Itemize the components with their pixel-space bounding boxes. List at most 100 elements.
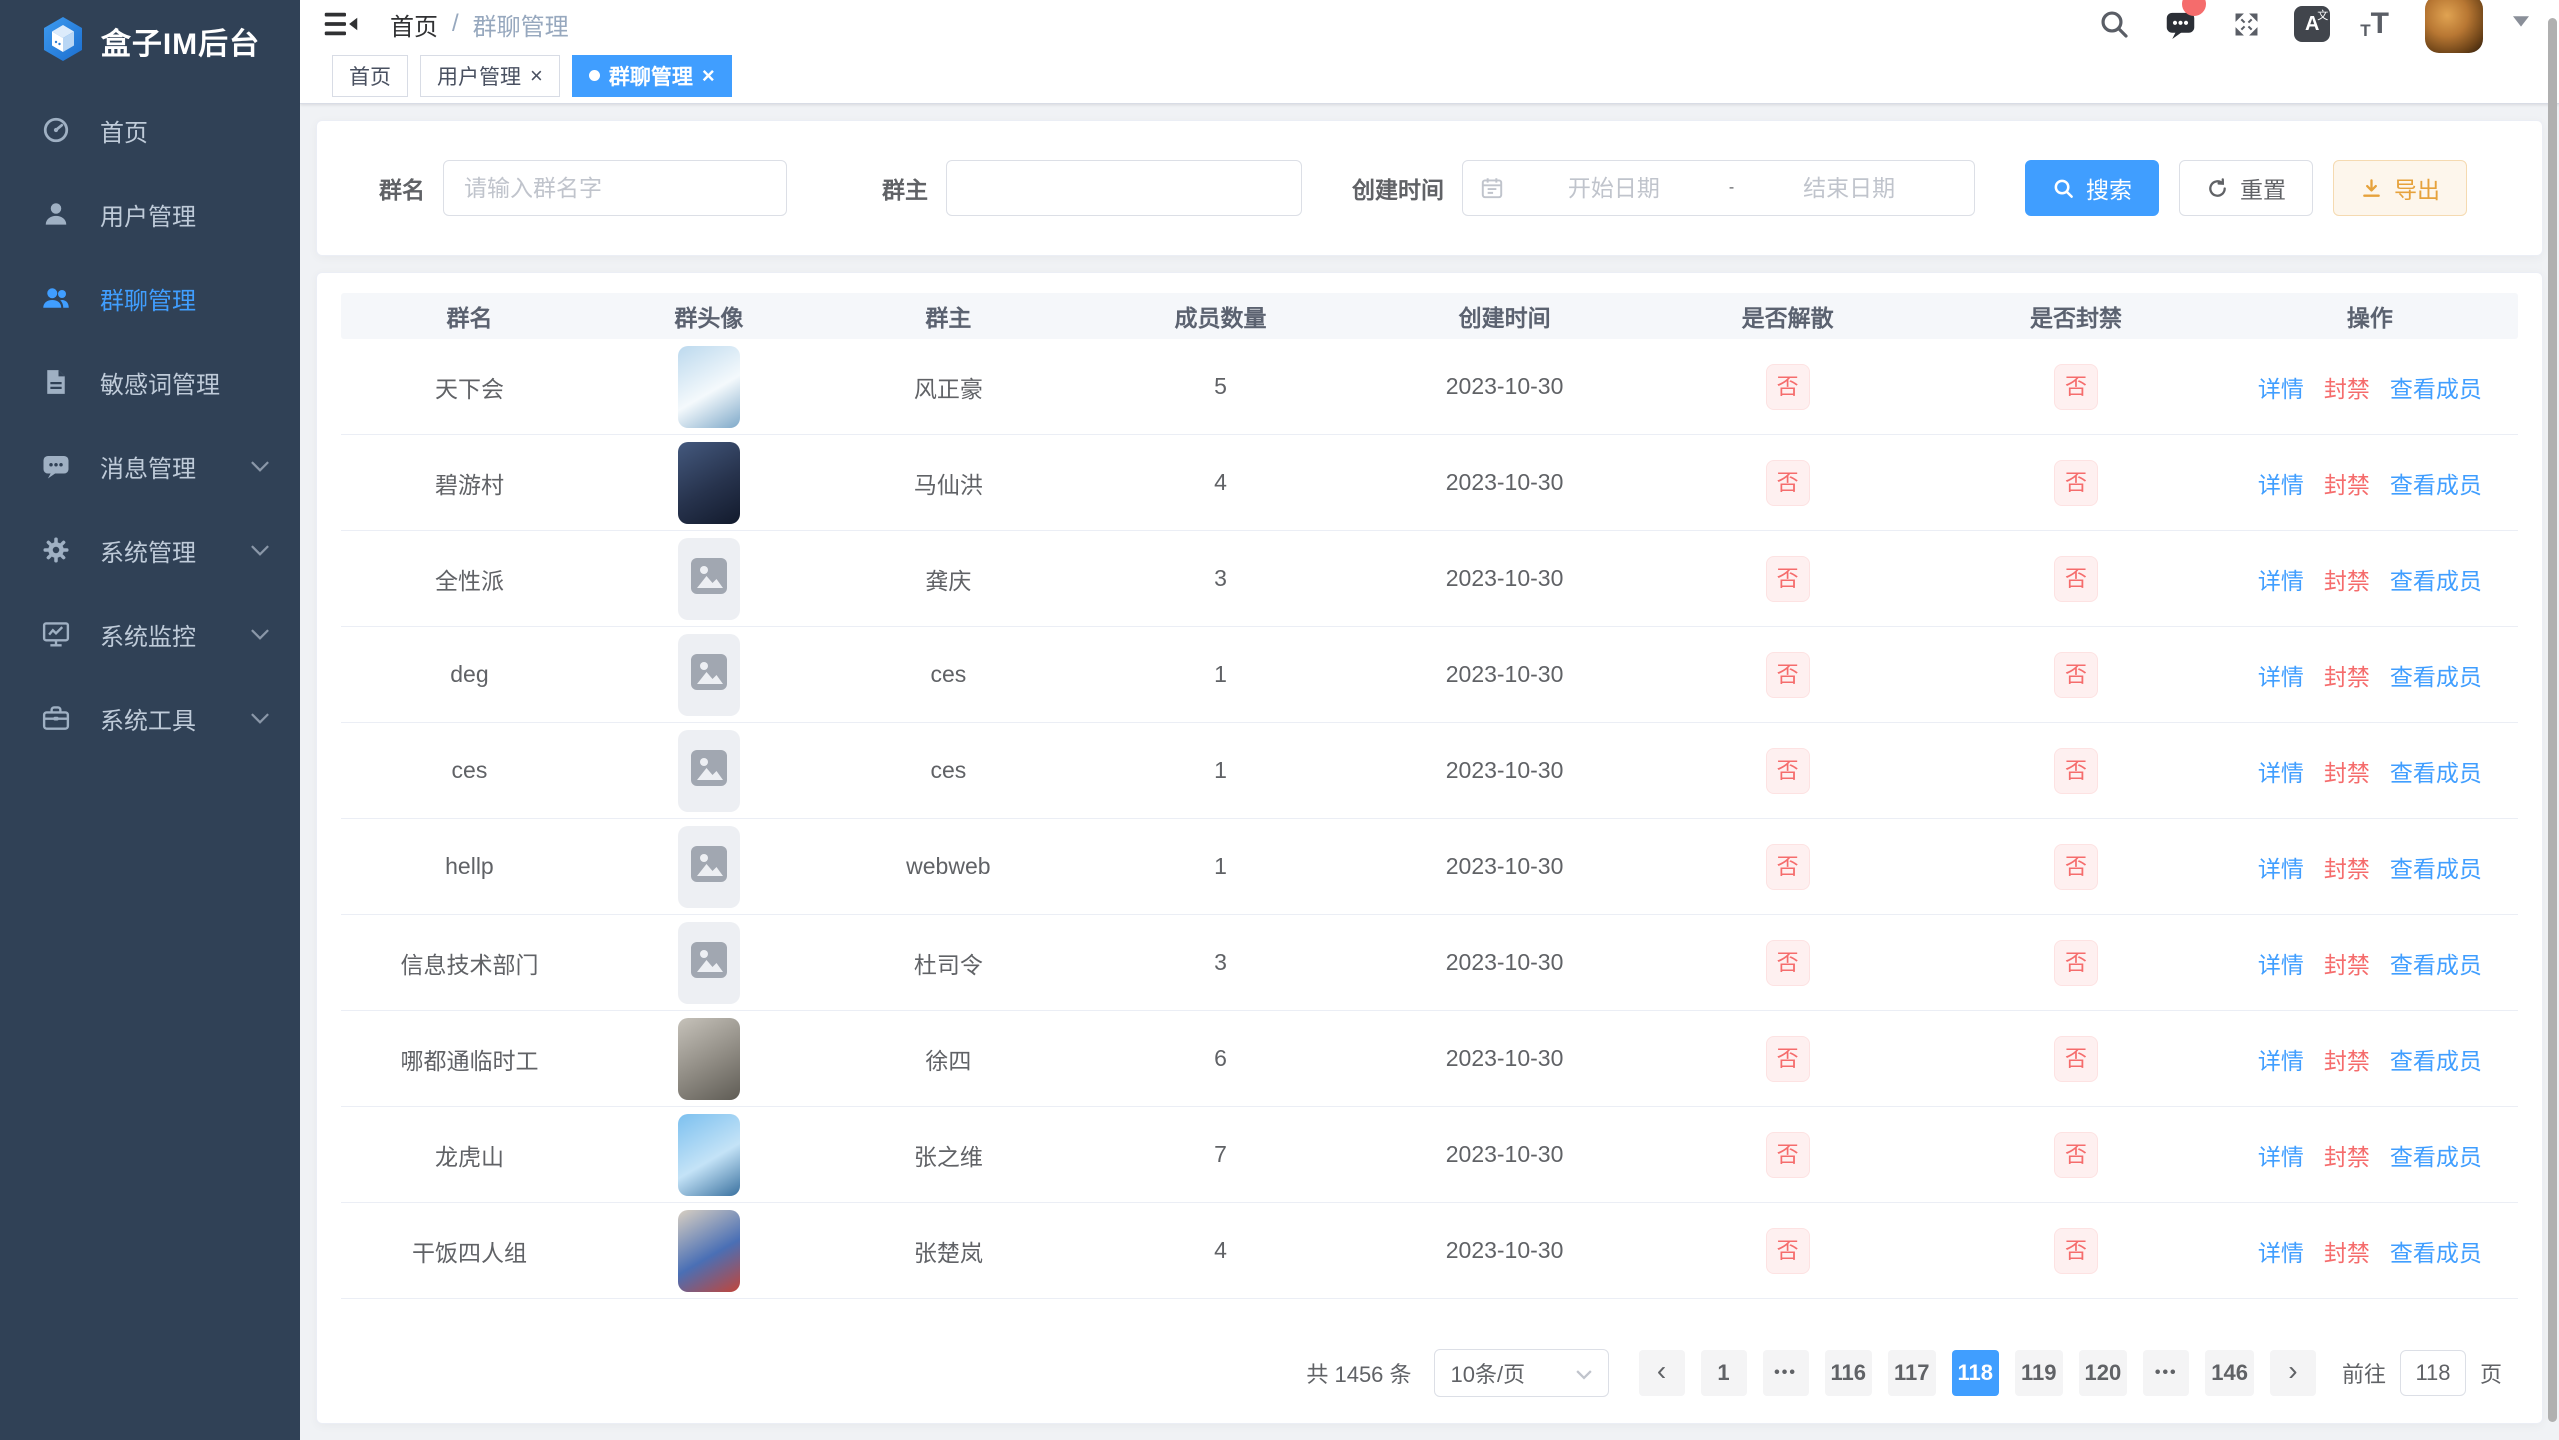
- image-placeholder-icon: [691, 750, 727, 792]
- sidebar-item-用户管理[interactable]: 用户管理: [0, 172, 300, 256]
- action-view-members[interactable]: 查看成员: [2390, 856, 2482, 882]
- tab-用户管理[interactable]: 用户管理×: [420, 55, 560, 97]
- cell-group-name: 哪都通临时工: [341, 1042, 598, 1076]
- tab-close-icon[interactable]: ×: [530, 65, 543, 87]
- action-detail[interactable]: 详情: [2258, 952, 2304, 978]
- action-detail[interactable]: 详情: [2258, 1048, 2304, 1074]
- action-view-members[interactable]: 查看成员: [2390, 760, 2482, 786]
- action-view-members[interactable]: 查看成员: [2390, 952, 2482, 978]
- sidebar-item-消息管理[interactable]: 消息管理: [0, 424, 300, 508]
- page-button-1[interactable]: 1: [1701, 1350, 1747, 1396]
- pager-ellipsis[interactable]: •••: [2143, 1350, 2189, 1396]
- sidebar-item-系统监控[interactable]: 系统监控: [0, 592, 300, 676]
- breadcrumb-home[interactable]: 首页: [390, 7, 438, 42]
- cell-created-time: 2023-10-30: [1364, 373, 1645, 400]
- action-detail[interactable]: 详情: [2258, 568, 2304, 594]
- sidebar-item-系统工具[interactable]: 系统工具: [0, 676, 300, 760]
- action-view-members[interactable]: 查看成员: [2390, 376, 2482, 402]
- group-avatar-placeholder[interactable]: [678, 922, 740, 1004]
- table-row: 龙虎山张之维72023-10-30否否详情封禁查看成员: [341, 1107, 2518, 1203]
- action-view-members[interactable]: 查看成员: [2390, 472, 2482, 498]
- action-view-members[interactable]: 查看成员: [2390, 664, 2482, 690]
- search-icon[interactable]: [2096, 6, 2132, 42]
- action-ban[interactable]: 封禁: [2324, 760, 2370, 786]
- group-avatar-placeholder[interactable]: [678, 634, 740, 716]
- group-name-label: 群名: [379, 171, 425, 205]
- sidebar-collapse-icon[interactable]: [324, 8, 360, 40]
- group-name-input[interactable]: [443, 160, 787, 216]
- document-icon: [40, 366, 72, 398]
- action-ban[interactable]: 封禁: [2324, 376, 2370, 402]
- sidebar-item-群聊管理[interactable]: 群聊管理: [0, 256, 300, 340]
- table-row: 干饭四人组张楚岚42023-10-30否否详情封禁查看成员: [341, 1203, 2518, 1299]
- pager-ellipsis[interactable]: •••: [1763, 1350, 1809, 1396]
- action-detail[interactable]: 详情: [2258, 472, 2304, 498]
- export-button[interactable]: 导出: [2333, 160, 2467, 216]
- image-placeholder-icon: [691, 846, 727, 888]
- sidebar-item-系统管理[interactable]: 系统管理: [0, 508, 300, 592]
- page-size-select[interactable]: 10条/页: [1434, 1349, 1609, 1397]
- group-icon: [40, 282, 72, 314]
- group-avatar-image[interactable]: [678, 1114, 740, 1196]
- action-view-members[interactable]: 查看成员: [2390, 1144, 2482, 1170]
- action-ban[interactable]: 封禁: [2324, 952, 2370, 978]
- search-button[interactable]: 搜索: [2025, 160, 2159, 216]
- action-detail[interactable]: 详情: [2258, 376, 2304, 402]
- page-button-116[interactable]: 116: [1825, 1350, 1873, 1396]
- group-avatar-image[interactable]: [678, 442, 740, 524]
- group-avatar-placeholder[interactable]: [678, 826, 740, 908]
- tab-群聊管理[interactable]: 群聊管理×: [572, 55, 732, 97]
- action-detail[interactable]: 详情: [2258, 1144, 2304, 1170]
- message-icon[interactable]: [2162, 6, 2198, 42]
- group-avatar-image[interactable]: [678, 1210, 740, 1292]
- tab-close-icon[interactable]: ×: [702, 65, 715, 87]
- action-detail[interactable]: 详情: [2258, 760, 2304, 786]
- sidebar-item-敏感词管理[interactable]: 敏感词管理: [0, 340, 300, 424]
- action-ban[interactable]: 封禁: [2324, 1144, 2370, 1170]
- action-view-members[interactable]: 查看成员: [2390, 568, 2482, 594]
- vertical-scrollbar[interactable]: [2548, 18, 2557, 1422]
- table-row: 碧游村马仙洪42023-10-30否否详情封禁查看成员: [341, 435, 2518, 531]
- action-ban[interactable]: 封禁: [2324, 664, 2370, 690]
- group-avatar-image[interactable]: [678, 1018, 740, 1100]
- caret-down-icon[interactable]: [2513, 15, 2529, 33]
- action-ban[interactable]: 封禁: [2324, 472, 2370, 498]
- next-page-button[interactable]: ›: [2270, 1350, 2316, 1396]
- owner-input[interactable]: [946, 160, 1302, 216]
- group-avatar-placeholder[interactable]: [678, 538, 740, 620]
- cell-actions: 详情封禁查看成员: [2222, 754, 2518, 788]
- action-ban[interactable]: 封禁: [2324, 1240, 2370, 1266]
- end-date-input[interactable]: [1740, 175, 1958, 202]
- total-count: 共 1456 条: [1306, 1357, 1411, 1389]
- goto-page-input[interactable]: [2400, 1350, 2466, 1396]
- page-button-146[interactable]: 146: [2205, 1350, 2254, 1396]
- translate-icon[interactable]: A 文: [2294, 6, 2330, 42]
- font-size-icon[interactable]: TT: [2360, 9, 2389, 39]
- banned-tag: 否: [2054, 1132, 2098, 1178]
- page-button-118[interactable]: 118: [1952, 1350, 2000, 1396]
- banned-tag: 否: [2054, 364, 2098, 410]
- date-range-picker[interactable]: -: [1462, 160, 1975, 216]
- action-ban[interactable]: 封禁: [2324, 568, 2370, 594]
- action-detail[interactable]: 详情: [2258, 664, 2304, 690]
- group-avatar-placeholder[interactable]: [678, 730, 740, 812]
- prev-page-button[interactable]: ‹: [1639, 1350, 1685, 1396]
- group-avatar-image[interactable]: [678, 346, 740, 428]
- action-ban[interactable]: 封禁: [2324, 1048, 2370, 1074]
- action-detail[interactable]: 详情: [2258, 1240, 2304, 1266]
- sidebar-item-首页[interactable]: 首页: [0, 88, 300, 172]
- page-button-120[interactable]: 120: [2079, 1350, 2128, 1396]
- page-button-117[interactable]: 117: [1888, 1350, 1936, 1396]
- action-view-members[interactable]: 查看成员: [2390, 1240, 2482, 1266]
- action-view-members[interactable]: 查看成员: [2390, 1048, 2482, 1074]
- page-button-119[interactable]: 119: [2015, 1350, 2063, 1396]
- reset-button[interactable]: 重置: [2179, 160, 2313, 216]
- action-ban[interactable]: 封禁: [2324, 856, 2370, 882]
- start-date-input[interactable]: [1505, 175, 1723, 202]
- cell-created-time: 2023-10-30: [1364, 661, 1645, 688]
- tab-首页[interactable]: 首页: [332, 55, 408, 97]
- user-avatar[interactable]: [2425, 0, 2483, 53]
- action-detail[interactable]: 详情: [2258, 856, 2304, 882]
- fullscreen-icon[interactable]: [2228, 6, 2264, 42]
- translate-icon-sub: 文: [2317, 7, 2328, 23]
